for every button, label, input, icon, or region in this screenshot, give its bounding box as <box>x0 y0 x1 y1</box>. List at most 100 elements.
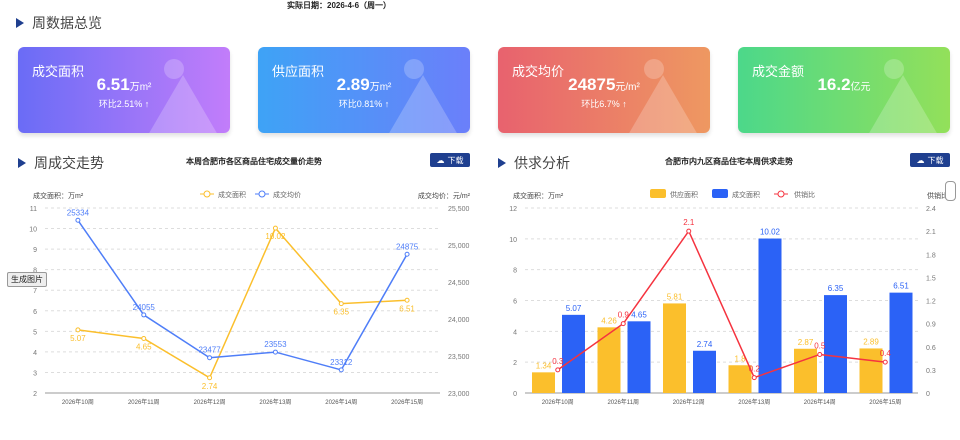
y2-tick-label: 24,500 <box>448 280 470 287</box>
y-tick-label: 2 <box>33 391 37 398</box>
data-point <box>272 349 278 355</box>
legend-label: 供应面积 <box>670 190 698 199</box>
data-label: 0.9 <box>618 311 630 320</box>
bar <box>693 350 716 393</box>
scroll-handle[interactable] <box>945 181 956 201</box>
data-point <box>141 312 147 318</box>
triangle-icon <box>18 158 26 168</box>
data-label: 23477 <box>198 346 221 355</box>
data-point <box>620 321 626 327</box>
card-change: 环比6.7% ↑ <box>581 99 627 109</box>
triangle-icon <box>16 18 24 28</box>
data-label: 2.87 <box>798 338 814 347</box>
x-tick-label: 2026年11周 <box>607 398 639 406</box>
data-label: 23312 <box>330 358 353 367</box>
supply-chart: 0 2 4 6 8 10 12 0 0.3 0.6 0.9 1.2 1.5 1.8 2.1 2.4 2026年1… <box>509 189 948 406</box>
data-label: 0.5 <box>814 341 826 350</box>
y2-tick-label: 1.2 <box>926 299 936 306</box>
card-value-number: 2.89 <box>336 75 370 94</box>
supply-header: 供求分析 <box>498 153 570 173</box>
x-tick-label: 2026年13周 <box>259 398 291 406</box>
data-point <box>75 217 81 223</box>
data-label: 2.1 <box>683 218 695 227</box>
y-axis-title: 成交面积：万m² <box>33 191 84 200</box>
legend-label: 成交面积 <box>732 190 760 199</box>
legend-swatch-icon <box>712 189 728 198</box>
y2-tick-label: 0.6 <box>926 345 936 352</box>
y2-tick-label: 24,000 <box>448 317 470 324</box>
trend-download-button[interactable]: ☁ 下载 <box>430 153 470 167</box>
card-value: 6.51万m² <box>18 75 230 95</box>
data-point <box>882 359 888 365</box>
y2-tick-label: 1.5 <box>926 275 936 282</box>
data-point <box>338 367 344 373</box>
y2-tick-label: 1.8 <box>926 252 936 259</box>
data-label: 5.07 <box>70 334 86 343</box>
y-tick-label: 0 <box>513 391 517 398</box>
data-label: 2.74 <box>697 340 713 349</box>
card-value-number: 6.51 <box>96 75 130 94</box>
data-label: 5.07 <box>566 304 582 313</box>
y2-tick-label: 0.3 <box>926 368 936 375</box>
y-tick-label: 6 <box>513 299 517 306</box>
data-label: 6.51 <box>399 304 415 313</box>
data-label: 0.4 <box>880 349 892 358</box>
data-point <box>751 375 757 381</box>
cloud-download-icon: ☁ <box>916 155 925 165</box>
card-change: 环比2.51% ↑ <box>98 99 150 109</box>
bar <box>889 292 913 393</box>
data-label: 10.02 <box>760 228 781 237</box>
y-tick-label: 8 <box>513 268 517 275</box>
data-label: 24875 <box>396 242 419 251</box>
data-label: 25334 <box>67 208 90 217</box>
card-value: 16.2亿元 <box>738 75 950 95</box>
card-change: 环比0.81% ↑ <box>338 99 390 109</box>
y-tick-label: 7 <box>33 288 37 295</box>
data-point <box>686 228 692 234</box>
bar <box>627 321 651 393</box>
y2-tick-label: 0.9 <box>926 322 936 329</box>
trend-title: 周成交走势 <box>34 155 104 171</box>
card-unit: 万m² <box>369 82 392 93</box>
trend-chart-title: 本周合肥市各区商品住宅成交量价走势 <box>186 157 322 166</box>
x-tick-label: 2026年10周 <box>62 398 94 406</box>
legend-swatch-icon <box>650 189 666 198</box>
data-point <box>555 367 561 373</box>
data-point <box>141 336 147 342</box>
data-label: 4.65 <box>631 310 647 319</box>
data-point <box>272 225 278 231</box>
card-value-number: 24875 <box>568 75 616 94</box>
x-tick-label: 2026年11周 <box>128 398 160 406</box>
stat-card: 成交金额 16.2亿元 <box>738 47 950 133</box>
x-tick-label: 2026年12周 <box>673 398 705 406</box>
stat-card: 供应面积 2.89万m² 环比0.81% ↑ <box>258 47 470 133</box>
y-tick-label: 9 <box>33 247 37 254</box>
legend-marker-icon <box>258 190 266 198</box>
data-point <box>207 375 213 381</box>
y-tick-label: 12 <box>509 206 517 213</box>
card-unit: 亿元 <box>850 82 871 93</box>
data-label: 0.2 <box>749 365 761 374</box>
series-line <box>77 219 408 371</box>
trend-chart: 23456789101123,00023,50024,00024,50025,0… <box>29 190 470 406</box>
data-label: 2.89 <box>863 337 879 346</box>
data-label: 1.34 <box>536 361 552 370</box>
y2-tick-label: 23,500 <box>448 354 470 361</box>
bar <box>824 295 847 393</box>
data-label: 6.35 <box>828 284 844 293</box>
stat-card: 成交均价 24875元/m² 环比6.7% ↑ <box>498 47 710 133</box>
card-unit: 万m² <box>129 82 152 93</box>
y-tick-label: 11 <box>30 206 37 213</box>
data-point <box>404 251 410 257</box>
overview-title: 周数据总览 <box>32 15 102 31</box>
y2-tick-label: 25,000 <box>448 243 470 250</box>
supply-download-button[interactable]: ☁ 下载 <box>910 153 950 167</box>
x-tick-label: 2026年10周 <box>542 398 574 406</box>
triangle-icon <box>498 158 506 168</box>
data-label: 6.51 <box>893 282 909 291</box>
card-value: 24875元/m² <box>498 75 710 95</box>
generate-image-button[interactable]: 生成图片 <box>7 272 47 287</box>
y-axis-title: 成交面积：万m² <box>513 191 564 200</box>
overview-header: 周数据总览 <box>16 13 102 33</box>
actual-date: 实际日期：2026-4-6（周一） <box>287 1 392 10</box>
